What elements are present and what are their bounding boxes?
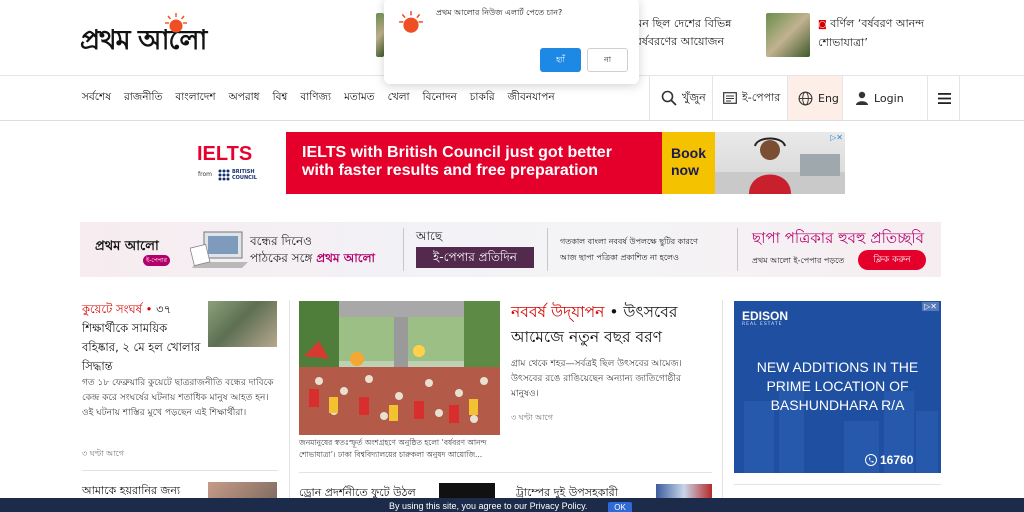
laptop-icon: [190, 231, 248, 268]
epaper-ache-label: আছে: [416, 229, 443, 243]
newspaper-icon: [723, 92, 737, 104]
popup-message: প্রথম আলোর নিউজ এলার্ট পেতে চান?: [436, 8, 563, 17]
ielts-headline-panel: IELTS with British Council just got bett…: [286, 132, 662, 194]
language-label: Eng: [818, 91, 839, 105]
procession-photo: [299, 301, 500, 435]
lead-story-image[interactable]: [299, 301, 500, 435]
nav-item-world[interactable]: বিশ্ব: [273, 90, 288, 107]
lead-story-summary: গ্রাম থেকে শহর—সর্বত্রই ছিল উৎসবের আমেজ।…: [511, 359, 682, 399]
british-council-text: BRITISH COUNCIL: [232, 169, 257, 181]
nav-item-latest[interactable]: সর্বশেষ: [82, 90, 111, 107]
ad-close-icon[interactable]: ▷✕: [830, 133, 843, 142]
nav-actions: খুঁজুন ই-পেপার Eng Login: [649, 76, 960, 120]
allow-alerts-button[interactable]: হ্যাঁ: [540, 48, 581, 72]
divider: [737, 228, 738, 271]
top-story-2[interactable]: ◙ বর্ণিল ‘বর্ষবরণ আনন্দ শোভাযাত্রা’: [766, 13, 946, 61]
book-now-button[interactable]: Book now: [662, 132, 715, 194]
click-here-button[interactable]: ক্লিক করুন: [858, 250, 926, 270]
student-with-headphones-image: [715, 137, 845, 194]
prothom-alo-logo[interactable]: প্রথম আলো: [80, 12, 270, 58]
nav-item-business[interactable]: বাণিজ্য: [300, 90, 331, 107]
edison-ad-headline: NEW ADDITIONS IN THE PRIME LOCATION OF B…: [756, 359, 919, 413]
epaper-daily-box: ই-পেপার প্রতিদিন: [416, 247, 534, 268]
epaper-button[interactable]: ই-পেপার: [712, 76, 787, 120]
top-story-thumbnail: [766, 13, 810, 57]
column-divider: [289, 300, 290, 500]
nav-item-bangladesh[interactable]: বাংলাদেশ: [175, 90, 215, 107]
edison-logo-sub: REAL ESTATE: [742, 322, 783, 327]
cookie-ok-button[interactable]: OK: [608, 502, 632, 512]
cookie-message: By using this site, you agree to our Pri…: [389, 501, 588, 511]
lead-story-caption: জনমানুষের স্বতঃস্ফূর্ত অংশগ্রহণে অনুষ্ঠি…: [299, 438, 487, 459]
epaper-logo-badge: ই-পেপার: [143, 255, 170, 266]
nav-item-lifestyle[interactable]: জীবনযাপন: [508, 90, 555, 107]
ielts-advertisement[interactable]: IELTS from BRITISH COUNCIL IELTS with Br…: [189, 132, 845, 194]
login-button[interactable]: Login: [842, 76, 927, 120]
ielts-from-label: from: [198, 171, 212, 178]
left-story-thumbnail[interactable]: [208, 301, 277, 347]
search-label: খুঁজুন: [682, 90, 706, 104]
search-icon: [661, 90, 677, 106]
deny-alerts-button[interactable]: না: [587, 48, 628, 72]
left-story-headline[interactable]: কুয়েটে সংঘর্ষ • ৩৭ শিক্ষার্থীকে সাময়িক…: [82, 300, 202, 376]
ielts-headline: IELTS with British Council just got bett…: [302, 144, 612, 179]
login-label: Login: [874, 91, 904, 105]
nav-item-entertainment[interactable]: বিনোদন: [423, 90, 457, 107]
edison-logo: EDISON: [742, 309, 789, 323]
divider: [299, 472, 712, 473]
epaper-note: গতকাল বাংলা নববর্ষ উপলক্ষে ছুটির কারণে আ…: [560, 237, 699, 262]
nav-item-crime[interactable]: অপরাধ: [229, 90, 260, 107]
british-council-icon: [218, 169, 230, 181]
epaper-label: ই-পেপার: [742, 90, 781, 104]
sun-icon: [165, 13, 187, 33]
top-story-text: কেমন ছিল দেশের বিভিন্ন ত বর্ষবরণের আয়োজ…: [624, 17, 732, 48]
epaper-promo-banner[interactable]: প্রথম আলো ই-পেপার বন্ধের দিনেও পাঠকের সঙ…: [80, 222, 941, 277]
phone-icon: [865, 454, 877, 466]
language-toggle[interactable]: Eng: [787, 76, 842, 120]
ielts-logo-area: IELTS from BRITISH COUNCIL: [189, 132, 286, 194]
divider: [734, 484, 941, 485]
divider: [82, 470, 278, 471]
nav-item-jobs[interactable]: চাকরি: [470, 90, 495, 107]
search-button[interactable]: খুঁজুন: [649, 76, 712, 120]
left-story-summary: গত ১৮ ফেব্রুয়ারি কুয়েটে ছাত্ররাজনীতি ব…: [82, 378, 274, 418]
lead-story-headline[interactable]: নববর্ষ উদ্‌যাপন • উৎসবের আমেজে নতুন বছর …: [511, 300, 711, 350]
divider: [403, 228, 404, 271]
column-divider: [722, 300, 723, 500]
lead-story-time: ৩ ঘণ্টা আগে: [511, 413, 553, 422]
globe-icon: [798, 91, 813, 105]
epaper-replica-title: ছাপা পত্রিকার হুবহু প্রতিচ্ছবি: [752, 229, 924, 247]
top-story-text: ◙ বর্ণিল ‘বর্ষবরণ আনন্দ শোভাযাত্রা’: [818, 17, 925, 49]
edison-phone-number: 16760: [880, 453, 914, 467]
camera-icon: ◙: [818, 20, 827, 30]
divider: [547, 228, 548, 271]
menu-button[interactable]: [927, 76, 960, 120]
nav-item-opinion[interactable]: মতামত: [344, 90, 374, 107]
left-story-time: ৩ ঘণ্টা আগে: [82, 449, 124, 458]
news-alert-popup: প্রথম আলোর নিউজ এলার্ট পেতে চান? হ্যাঁ ন…: [384, 0, 639, 84]
nav-item-politics[interactable]: রাজনীতি: [124, 90, 162, 107]
nav-item-sports[interactable]: খেলা: [388, 90, 410, 107]
hamburger-menu-icon: [938, 92, 951, 104]
edison-advertisement[interactable]: EDISON REAL ESTATE NEW ADDITIONS IN THE …: [734, 301, 941, 473]
epaper-tagline: বন্ধের দিনেও পাঠকের সঙ্গে প্রথম আলো: [250, 234, 376, 265]
ielts-logo: IELTS: [197, 143, 253, 165]
epaper-read-prompt: প্রথম আলো ই-পেপার পড়তে: [752, 256, 845, 265]
cookie-consent-bar: By using this site, you agree to our Pri…: [0, 498, 1024, 512]
top-story-thumbnail: [376, 13, 384, 57]
ad-close-icon[interactable]: ▷✕: [922, 302, 939, 311]
ielts-ad-photo: ▷✕: [715, 132, 845, 194]
user-icon: [856, 91, 868, 105]
sun-icon: [399, 11, 423, 33]
